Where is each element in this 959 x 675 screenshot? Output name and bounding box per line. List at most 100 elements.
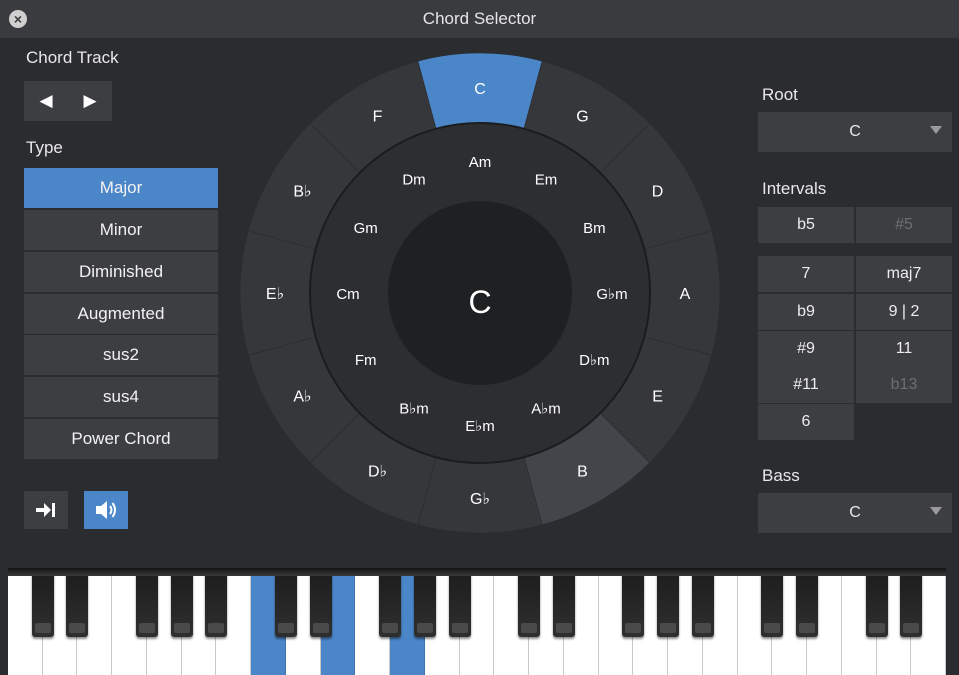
key-cap [555,623,572,633]
piano-black-key[interactable] [66,568,89,637]
window-title: Chord Selector [422,9,537,28]
key-cap [34,623,51,633]
minor-chord-em[interactable]: Em [535,172,558,189]
piano-keyboard [8,568,946,675]
piano-black-key[interactable] [413,568,436,637]
key-cap [625,623,642,633]
title-bar: × Chord Selector [0,0,959,38]
chord-label-e: E [652,389,663,406]
chord-label-b-flat: B♭ [293,184,311,201]
interval-sharp5-button[interactable]: #5 [856,207,952,243]
minor-chord-b-flatm[interactable]: B♭m [399,400,429,417]
key-cap [521,623,538,633]
minor-chord-e-flatm[interactable]: E♭m [465,418,495,435]
piano-black-key[interactable] [170,568,193,637]
bass-dropdown[interactable]: C [758,493,952,533]
interval-maj7-button[interactable]: maj7 [856,256,952,292]
chord-label-a-flat: A♭ [293,389,311,406]
key-cap [173,623,190,633]
minor-chord-a-flatm[interactable]: A♭m [531,400,561,417]
interval-b9-button[interactable]: b9 [758,294,854,330]
minor-chord-cm[interactable]: Cm [336,286,359,303]
bass-dropdown-value: C [849,504,861,521]
key-cap [382,623,399,633]
circle-of-fifths-wheel: C G D A E B G♭ D♭ A♭ E♭ B♭ F Am Em Bm G♭m D♭m A♭m E♭m B♭m F… [239,52,721,534]
minor-chord-bm[interactable]: Bm [583,220,606,237]
current-chord-display: C [468,284,491,320]
piano-black-key[interactable] [31,568,54,637]
keyboard-top-felt [8,568,946,576]
minor-chord-gm[interactable]: Gm [354,220,378,237]
type-diminished-button[interactable]: Diminished [24,252,218,292]
piano-black-key[interactable] [135,568,158,637]
piano-black-key[interactable] [865,568,888,637]
key-cap [312,623,329,633]
arrow-to-bar-icon [36,503,55,517]
key-cap [138,623,155,633]
minor-chord-fm[interactable]: Fm [355,352,377,369]
minor-chord-am[interactable]: Am [469,154,492,171]
key-cap [277,623,294,633]
type-label: Type [26,138,63,157]
chord-label-a: A [680,286,691,303]
send-to-track-button[interactable] [24,491,68,529]
root-dropdown[interactable]: C [758,112,952,152]
interval-9-2-button[interactable]: 9 | 2 [856,294,952,330]
interval-6-button[interactable]: 6 [758,404,854,440]
triangle-right-icon: ▶ [83,91,97,110]
speaker-icon [96,501,116,519]
chord-label-f: F [373,108,383,125]
interval-11-button[interactable]: 11 [856,331,952,367]
prev-chord-button[interactable]: ◀ [24,81,68,121]
piano-black-key[interactable] [900,568,923,637]
interval-sharp11-button[interactable]: #11 [758,367,854,403]
piano-black-key[interactable] [205,568,228,637]
chord-label-b: B [577,464,588,481]
bass-label: Bass [762,466,800,485]
triangle-left-icon: ◀ [39,91,53,110]
key-cap [764,623,781,633]
piano-black-key[interactable] [518,568,541,637]
minor-chord-g-flatm[interactable]: G♭m [596,286,627,303]
chord-label-d-flat: D♭ [368,464,387,481]
interval-b13-button[interactable]: b13 [856,367,952,403]
chord-label-g: G [576,108,588,125]
interval-7-button[interactable]: 7 [758,256,854,292]
type-power-chord-button[interactable]: Power Chord [24,419,218,459]
chord-selector-window: × Chord Selector Chord Track ◀ ▶ Type Ma… [0,0,959,675]
type-major-button[interactable]: Major [24,168,218,208]
chevron-down-icon [930,126,942,134]
piano-black-key[interactable] [691,568,714,637]
piano-black-key[interactable] [274,568,297,637]
piano-black-key[interactable] [448,568,471,637]
piano-black-key[interactable] [796,568,819,637]
chevron-down-icon [930,507,942,515]
root-label: Root [762,85,798,104]
chord-label-g-flat: G♭ [470,491,490,508]
root-dropdown-value: C [849,123,861,140]
piano-black-key[interactable] [622,568,645,637]
key-cap [799,623,816,633]
chord-label-e-flat: E♭ [266,286,284,303]
type-minor-button[interactable]: Minor [24,210,218,250]
next-chord-button[interactable]: ▶ [68,81,112,121]
key-cap [208,623,225,633]
type-sus4-button[interactable]: sus4 [24,377,218,417]
piano-black-key[interactable] [309,568,332,637]
piano-black-key[interactable] [761,568,784,637]
type-sus2-button[interactable]: sus2 [24,335,218,375]
interval-b5-button[interactable]: b5 [758,207,854,243]
minor-chord-d-flatm[interactable]: D♭m [579,352,609,369]
intervals-label: Intervals [762,179,827,198]
piano-black-key[interactable] [552,568,575,637]
audition-toggle-button[interactable] [84,491,128,529]
type-augmented-button[interactable]: Augmented [24,294,218,334]
key-cap [903,623,920,633]
key-cap [694,623,711,633]
piano-black-key[interactable] [379,568,402,637]
piano-black-key[interactable] [657,568,680,637]
chord-track-nav: ◀ ▶ [24,81,112,121]
chord-track-label: Chord Track [26,48,119,67]
interval-sharp9-button[interactable]: #9 [758,331,854,367]
minor-chord-dm[interactable]: Dm [402,172,425,189]
